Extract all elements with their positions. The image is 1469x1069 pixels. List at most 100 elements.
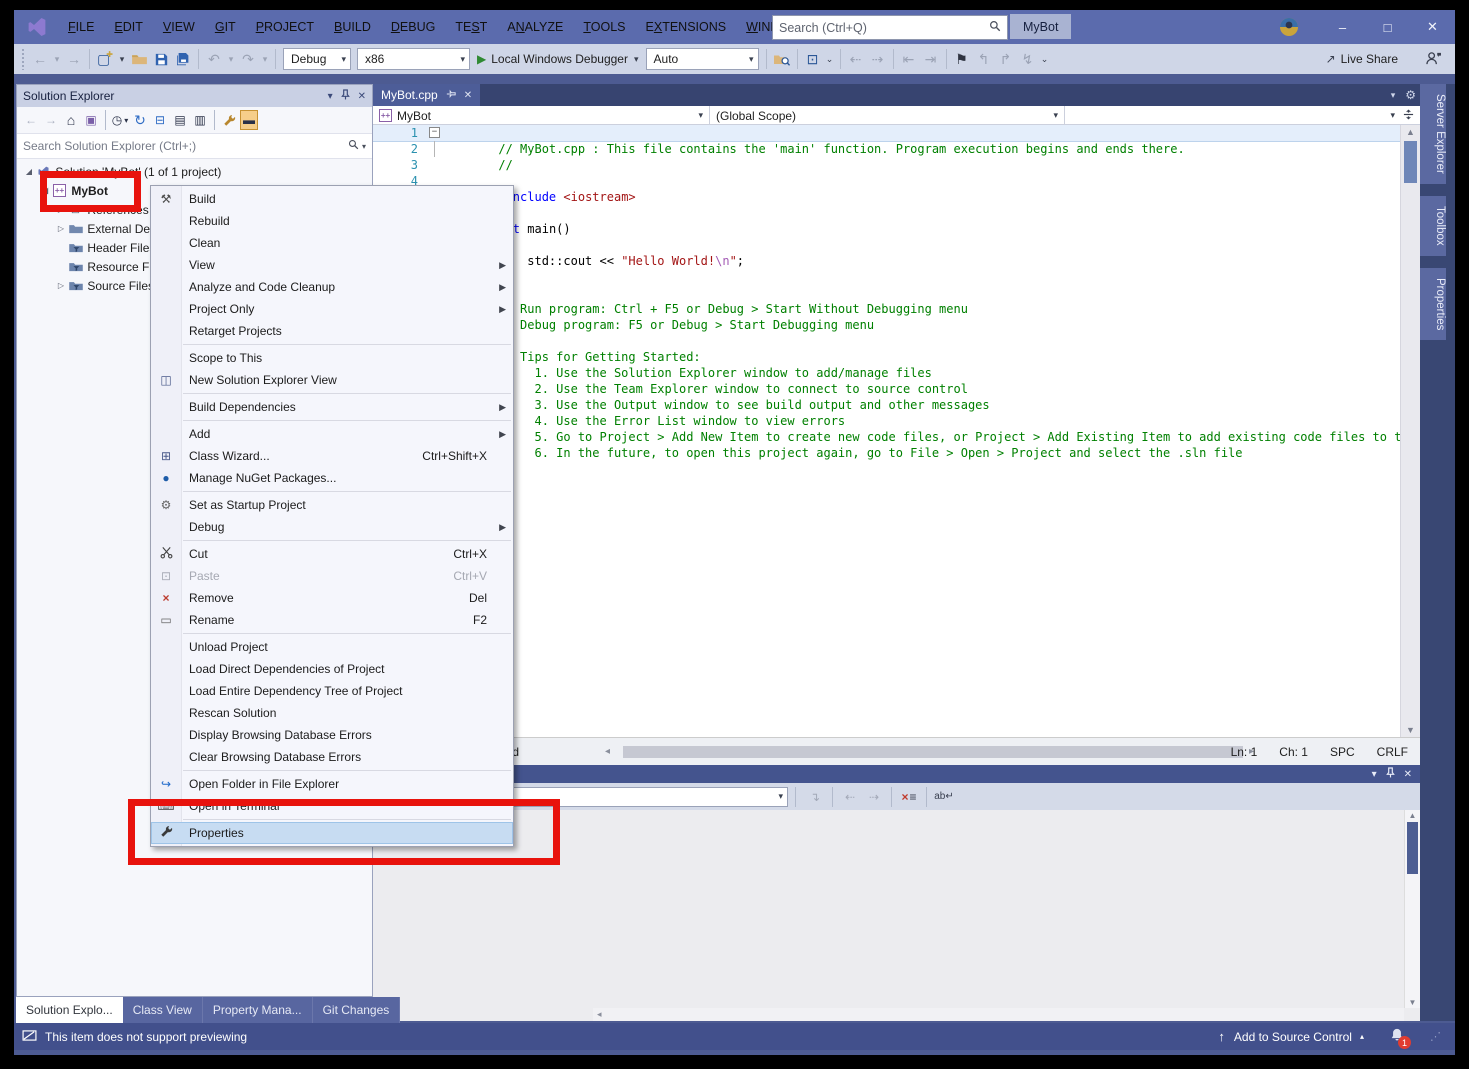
sync-with-active-document-icon[interactable]: ▥: [191, 110, 209, 130]
context-menu-item-build-dependencies[interactable]: Build Dependencies ▶: [151, 396, 513, 418]
home-icon[interactable]: ⌂: [62, 110, 80, 130]
new-project-icon[interactable]: ▢✚: [95, 47, 115, 71]
code-line-8[interactable]: 8 std::cout << "Hello World!\n";: [373, 237, 1420, 253]
add-to-source-control-button[interactable]: ↑ Add to Source Control ▴: [1218, 1029, 1364, 1044]
quick-search-box[interactable]: Search (Ctrl+Q): [772, 15, 1008, 40]
right-tab-toolbox[interactable]: Toolbox: [1420, 196, 1446, 256]
bottom-tab-git-changes[interactable]: Git Changes: [313, 997, 401, 1023]
split-editor-icon[interactable]: [1403, 109, 1414, 123]
solution-configuration-dropdown[interactable]: Debug▾: [283, 48, 351, 70]
fold-collapse-icon[interactable]: −: [429, 127, 440, 138]
close-panel-icon[interactable]: ✕: [358, 91, 366, 102]
output-horizontal-scrollbar[interactable]: ◂: [593, 1008, 1404, 1021]
preview-selected-items-toggle[interactable]: ▬: [240, 110, 258, 130]
bottom-tab-class-view[interactable]: Class View: [123, 997, 203, 1023]
context-menu-item-set-as-startup-project[interactable]: ⚙ Set as Startup Project: [151, 494, 513, 516]
code-line-7[interactable]: 7{: [373, 221, 1420, 237]
code-line-11[interactable]: 11// Run program: Ctrl + F5 or Debug > S…: [373, 285, 1420, 301]
bookmark-icon[interactable]: ⚑: [952, 47, 972, 71]
properties-toolbar-wrench-icon[interactable]: [220, 110, 238, 130]
new-item-dropdown-icon[interactable]: ▾: [117, 47, 127, 71]
context-menu-item-class-wizard[interactable]: ⊞ Class Wizard... Ctrl+Shift+X: [151, 445, 513, 467]
context-menu-item-display-browsing-database-errors[interactable]: Display Browsing Database Errors: [151, 724, 513, 746]
document-tab-mybot-cpp[interactable]: MyBot.cpp ✕: [373, 84, 480, 106]
toolbar-drag-handle[interactable]: [21, 48, 26, 70]
live-share-button[interactable]: ↗ Live Share: [1326, 52, 1398, 66]
goto-message-icon[interactable]: ↴: [804, 787, 826, 807]
context-menu-item-clear-browsing-database-errors[interactable]: Clear Browsing Database Errors: [151, 746, 513, 768]
next-bookmark-icon[interactable]: ↱: [996, 47, 1016, 71]
output-scroll-thumb[interactable]: [1407, 822, 1418, 874]
user-avatar[interactable]: [1276, 14, 1302, 40]
context-menu-item-paste[interactable]: ⊡ Paste Ctrl+V: [151, 565, 513, 587]
pending-changes-filter-icon[interactable]: ◷▾: [111, 110, 129, 130]
nav-scope-dropdown[interactable]: (Global Scope) ▾: [710, 106, 1065, 125]
feedback-icon[interactable]: [1426, 51, 1441, 68]
context-menu-item-scope-to-this[interactable]: Scope to This: [151, 347, 513, 369]
code-line-9[interactable]: 9}: [373, 253, 1420, 269]
context-menu-item-cut[interactable]: Cut Ctrl+X: [151, 543, 513, 565]
output-close-icon[interactable]: ✕: [1404, 769, 1412, 780]
output-hscroll-left-icon[interactable]: ◂: [597, 1009, 602, 1020]
show-all-files-icon[interactable]: ▤: [171, 110, 189, 130]
open-file-icon[interactable]: [129, 47, 149, 71]
menubar-item-build[interactable]: BUILD: [324, 20, 381, 34]
context-menu-item-clean[interactable]: Clean: [151, 232, 513, 254]
redo-dropdown-icon[interactable]: ▾: [260, 47, 270, 71]
clear-all-output-icon[interactable]: ×≡: [898, 787, 920, 807]
menubar-item-debug[interactable]: DEBUG: [381, 20, 445, 34]
next-message-icon[interactable]: ⇢: [863, 787, 885, 807]
bottom-tab-solution-explo[interactable]: Solution Explo...: [16, 997, 123, 1023]
code-line-3[interactable]: 3: [373, 157, 1420, 173]
navigate-back-dropdown-icon[interactable]: ▾: [52, 47, 62, 71]
auto-dropdown[interactable]: Auto▾: [646, 48, 759, 70]
code-editor[interactable]: 1−// MyBot.cpp : This file contains the …: [373, 125, 1420, 737]
output-vertical-scrollbar[interactable]: ▲ ▼: [1404, 810, 1420, 1008]
navigate-forward-icon[interactable]: →: [64, 47, 84, 71]
context-menu-item-rebuild[interactable]: Rebuild: [151, 210, 513, 232]
navigate-back-icon[interactable]: ←: [30, 47, 50, 71]
code-line-16[interactable]: 16// 2. Use the Team Explorer window to …: [373, 365, 1420, 381]
navigate-backward-code-icon[interactable]: ⇠: [846, 47, 866, 71]
maximize-button[interactable]: □: [1365, 10, 1410, 44]
toggle-word-wrap-icon[interactable]: ab↵: [933, 787, 955, 807]
switch-views-icon[interactable]: ▣: [82, 110, 100, 130]
tab-pin-icon[interactable]: [446, 89, 456, 102]
save-icon[interactable]: [151, 47, 171, 71]
code-line-1[interactable]: 1−// MyBot.cpp : This file contains the …: [373, 125, 1420, 141]
hscroll-left-icon[interactable]: ◂: [605, 746, 610, 757]
editor-hscroll-thumb[interactable]: [623, 746, 1243, 758]
code-line-17[interactable]: 17// 3. Use the Output window to see bui…: [373, 381, 1420, 397]
se-forward-icon[interactable]: →: [42, 110, 60, 130]
context-menu-item-load-direct-dependencies-of-project[interactable]: Load Direct Dependencies of Project: [151, 658, 513, 680]
close-button[interactable]: ✕: [1410, 10, 1455, 44]
solution-explorer-search-box[interactable]: Search Solution Explorer (Ctrl+;) ▾: [17, 134, 372, 159]
resize-grip[interactable]: ⋰: [1430, 1030, 1441, 1043]
code-line-12[interactable]: 12// Debug program: F5 or Debug > Start …: [373, 301, 1420, 317]
toolbar-overflow-icon[interactable]: ⌄: [825, 47, 835, 71]
start-debugging-button[interactable]: ▶ Local Windows Debugger ▾: [477, 52, 639, 66]
menubar-item-tools[interactable]: TOOLS: [573, 20, 635, 34]
refresh-icon[interactable]: ↻: [131, 110, 149, 130]
pin-icon[interactable]: [341, 89, 350, 103]
editor-options-gear-icon[interactable]: ⚙: [1405, 88, 1416, 102]
code-line-5[interactable]: 5: [373, 189, 1420, 205]
context-menu-item-load-entire-dependency-tree-of-project[interactable]: Load Entire Dependency Tree of Project: [151, 680, 513, 702]
context-menu-item-open-folder-in-file-explorer[interactable]: ↪ Open Folder in File Explorer: [151, 773, 513, 795]
spaces-indicator[interactable]: SPC: [1330, 745, 1355, 759]
expander-icon[interactable]: ◢: [23, 167, 35, 176]
right-tab-properties[interactable]: Properties: [1420, 268, 1446, 340]
window-position-chevron-icon[interactable]: ▾: [328, 91, 333, 102]
navigate-forward-code-icon[interactable]: ⇢: [868, 47, 888, 71]
context-menu-item-debug[interactable]: Debug ▶: [151, 516, 513, 538]
code-line-18[interactable]: 18// 4. Use the Error List window to vie…: [373, 397, 1420, 413]
output-pin-icon[interactable]: [1386, 767, 1395, 781]
tab-list-chevron-icon[interactable]: ▾: [1391, 90, 1396, 101]
menubar-item-project[interactable]: PROJECT: [246, 20, 324, 34]
code-line-6[interactable]: 6int main(): [373, 205, 1420, 221]
context-menu-item-build[interactable]: ⚒ Build: [151, 188, 513, 210]
code-line-15[interactable]: 15// 1. Use the Solution Explorer window…: [373, 349, 1420, 365]
code-line-2[interactable]: 2//: [373, 141, 1420, 157]
menubar-item-view[interactable]: VIEW: [153, 20, 205, 34]
context-menu-item-add[interactable]: Add ▶: [151, 423, 513, 445]
